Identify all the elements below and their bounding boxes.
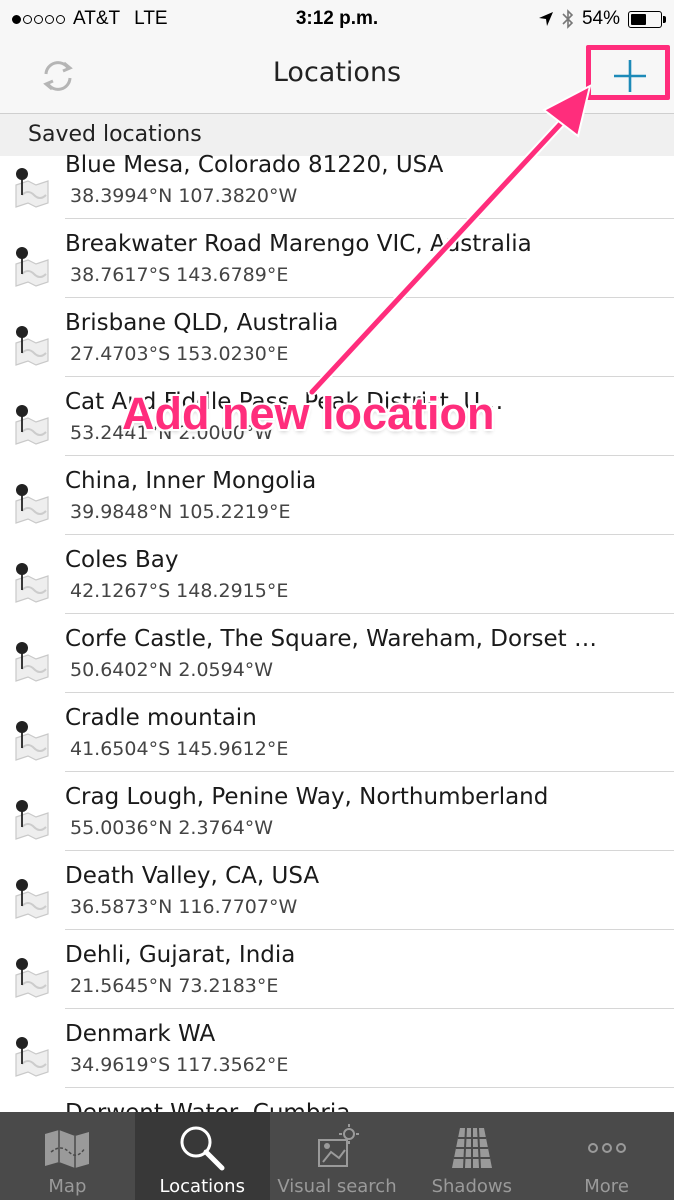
location-row[interactable]: Death Valley, CA, USA 36.5873°N 116.7707°… — [0, 851, 674, 930]
location-name: Crag Lough, Penine Way, Northumberland — [65, 784, 549, 810]
location-coordinates: 41.6504°S 145.9612°E — [70, 738, 289, 760]
tab-label: Visual search — [277, 1176, 397, 1197]
map-pin-icon — [10, 639, 54, 683]
location-coordinates: 36.5873°N 116.7707°W — [70, 896, 298, 918]
map-pin-icon — [10, 481, 54, 525]
location-coordinates: 39.9848°N 105.2219°E — [70, 501, 291, 523]
location-coordinates: 42.1267°S 148.2915°E — [70, 580, 289, 602]
location-name: Dehli, Gujarat, India — [65, 942, 296, 968]
location-row[interactable]: Corfe Castle, The Square, Wareham, Dorse… — [0, 614, 674, 693]
plus-icon — [614, 60, 646, 92]
visual-search-icon — [311, 1122, 363, 1174]
location-coordinates: 21.5645°N 73.2183°E — [70, 975, 279, 997]
tab-visual-search[interactable]: Visual search — [270, 1112, 405, 1200]
tab-bar: Map Locations Visual search Shadows More — [0, 1112, 674, 1200]
status-right: 54% — [538, 8, 666, 30]
map-pin-icon — [10, 402, 54, 446]
shadows-checker-icon — [446, 1122, 498, 1174]
battery-icon — [628, 10, 666, 28]
location-row[interactable]: Coles Bay 42.1267°S 148.2915°E — [0, 535, 674, 614]
location-name: Corfe Castle, The Square, Wareham, Dorse… — [65, 626, 605, 652]
location-coordinates: 38.3994°N 107.3820°W — [70, 185, 298, 207]
tab-map[interactable]: Map — [0, 1112, 135, 1200]
location-coordinates: 50.6402°N 2.0594°W — [70, 659, 274, 681]
tab-label: Shadows — [431, 1176, 512, 1197]
tab-label: More — [584, 1176, 629, 1197]
map-pin-icon — [10, 955, 54, 999]
add-location-button[interactable] — [590, 54, 670, 98]
location-name: Blue Mesa, Colorado 81220, USA — [65, 152, 444, 178]
tab-locations[interactable]: Locations — [134, 1112, 270, 1200]
more-dots-icon — [581, 1122, 633, 1174]
battery-percent: 54% — [581, 8, 620, 29]
location-name: Brisbane QLD, Australia — [65, 310, 339, 336]
navigation-bar: Locations — [0, 40, 674, 114]
map-pin-icon — [10, 876, 54, 920]
location-coordinates: 27.4703°S 153.0230°E — [70, 343, 289, 365]
location-row[interactable]: China, Inner Mongolia 39.9848°N 105.2219°… — [0, 456, 674, 535]
saved-locations-list[interactable]: Blue Mesa, Colorado 81220, USA 38.3994°N … — [0, 140, 674, 1112]
location-row[interactable]: Derwent Water, Cumbria — [0, 1088, 674, 1112]
location-coordinates: 53.2441°N 2.0000°W — [70, 422, 274, 444]
tab-label: Locations — [159, 1176, 245, 1197]
map-pin-icon — [10, 797, 54, 841]
map-pin-icon — [10, 244, 54, 288]
location-name: Death Valley, CA, USA — [65, 863, 320, 889]
location-coordinates: 34.9619°S 117.3562°E — [70, 1054, 289, 1076]
location-name: Cradle mountain — [65, 705, 257, 731]
map-pin-icon — [10, 323, 54, 367]
location-row[interactable]: Crag Lough, Penine Way, Northumberland 55… — [0, 772, 674, 851]
location-row[interactable]: Denmark WA 34.9619°S 117.3562°E — [0, 1009, 674, 1088]
map-pin-icon — [10, 1034, 54, 1078]
location-row[interactable]: Dehli, Gujarat, India 21.5645°N 73.2183°E — [0, 930, 674, 1009]
location-name: Denmark WA — [65, 1021, 216, 1047]
location-row[interactable]: Blue Mesa, Colorado 81220, USA 38.3994°N … — [0, 140, 674, 219]
map-icon — [41, 1122, 93, 1174]
location-name: Derwent Water, Cumbria — [65, 1100, 350, 1112]
location-arrow-icon — [538, 12, 553, 26]
page-title: Locations — [272, 57, 402, 88]
location-coordinates: 38.7617°S 143.6789°E — [70, 264, 289, 286]
location-row[interactable]: Breakwater Road Marengo VIC, Australia 38… — [0, 219, 674, 298]
status-bar: AT&T LTE 3:12 p.m. 54% — [0, 0, 674, 40]
tab-label: Map — [48, 1176, 87, 1197]
map-pin-icon — [10, 165, 54, 209]
location-name: Breakwater Road Marengo VIC, Australia — [65, 231, 532, 257]
bluetooth-icon — [562, 9, 574, 29]
battery-fill — [631, 13, 647, 25]
location-name: Coles Bay — [65, 547, 179, 573]
tab-shadows[interactable]: Shadows — [404, 1112, 539, 1200]
location-row[interactable]: Brisbane QLD, Australia 27.4703°S 153.023… — [0, 298, 674, 377]
location-name: Cat And Fiddle Pass, Peak District, U… — [65, 389, 504, 415]
magnifier-icon — [176, 1122, 228, 1174]
location-name: China, Inner Mongolia — [65, 468, 317, 494]
location-coordinates: 55.0036°N 2.3764°W — [70, 817, 274, 839]
map-pin-icon — [10, 718, 54, 762]
location-row[interactable]: Cradle mountain 41.6504°S 145.9612°E — [0, 693, 674, 772]
map-pin-icon — [10, 560, 54, 604]
location-row[interactable]: Cat And Fiddle Pass, Peak District, U… 53… — [0, 377, 674, 456]
tab-more[interactable]: More — [539, 1112, 674, 1200]
